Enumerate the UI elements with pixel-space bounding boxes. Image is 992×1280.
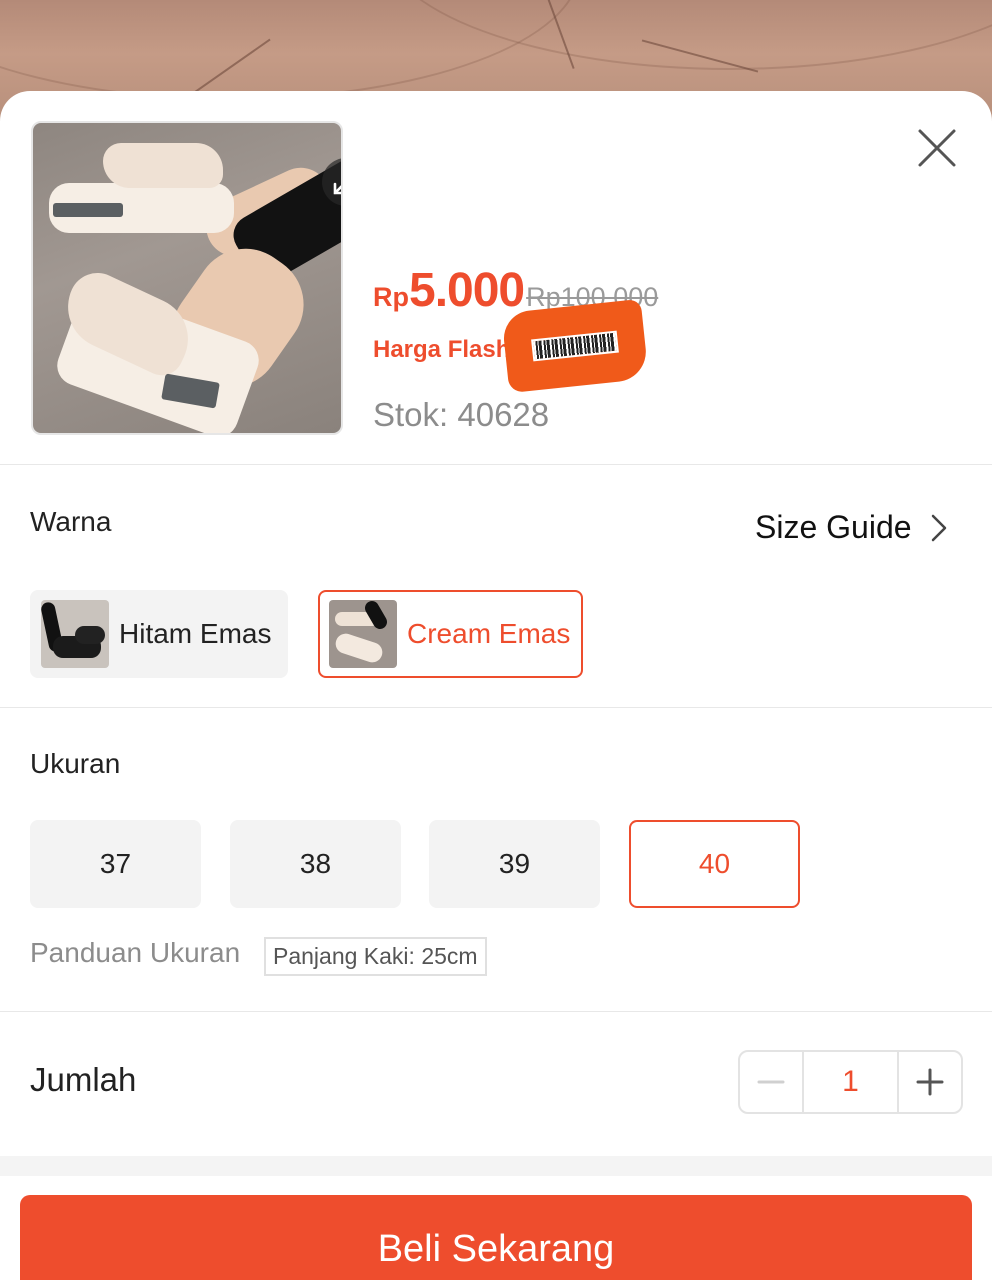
size-option-38[interactable]: 38 <box>230 820 401 908</box>
size-option-40[interactable]: 40 <box>629 820 800 908</box>
buy-now-button[interactable]: Beli Sekarang <box>20 1195 972 1280</box>
footer-separator <box>0 1156 992 1176</box>
price-currency: Rp <box>373 282 409 312</box>
close-icon <box>918 129 956 167</box>
variant-label: Cream Emas <box>407 618 571 649</box>
size-option-39[interactable]: 39 <box>429 820 600 908</box>
size-section-title: Ukuran <box>30 748 121 779</box>
variant-label: Hitam Emas <box>119 618 272 649</box>
quantity-stepper: 1 <box>738 1050 963 1114</box>
barcode-graphic <box>531 330 619 362</box>
divider <box>0 707 992 708</box>
size-note-value: Panjang Kaki: 25cm <box>264 937 487 976</box>
flash-sale-label: Harga Flash <box>373 336 511 363</box>
size-option-37[interactable]: 37 <box>30 820 201 908</box>
variant-thumbnail <box>41 600 109 668</box>
size-guide-label: Size Guide <box>755 509 912 545</box>
variation-bottom-sheet: Rp 5.000 Rp100.000 Harga Flash Stok: 406… <box>0 91 992 1280</box>
divider <box>0 464 992 465</box>
divider <box>0 1011 992 1012</box>
size-note-label: Panduan Ukuran <box>30 937 241 968</box>
promo-stamp <box>501 298 649 394</box>
chevron-right-icon <box>931 514 946 541</box>
size-guide-link[interactable]: Size Guide <box>755 509 948 546</box>
color-section-title: Warna <box>30 506 112 537</box>
quantity-label: Jumlah <box>30 1061 137 1098</box>
increase-button[interactable] <box>899 1052 961 1112</box>
minus-icon <box>757 1080 785 1084</box>
product-thumbnail[interactable] <box>31 121 343 435</box>
quantity-input[interactable]: 1 <box>802 1052 899 1112</box>
stock-text: Stok: 40628 <box>373 396 550 433</box>
variant-thumbnail <box>329 600 397 668</box>
color-option-hitam-emas[interactable]: Hitam Emas <box>30 590 288 678</box>
close-button[interactable] <box>912 123 962 173</box>
plus-icon <box>916 1068 944 1096</box>
price-value: 5.000 <box>409 264 525 317</box>
decrease-button[interactable] <box>740 1052 802 1112</box>
expand-icon <box>333 182 341 195</box>
color-option-cream-emas[interactable]: Cream Emas <box>318 590 583 678</box>
